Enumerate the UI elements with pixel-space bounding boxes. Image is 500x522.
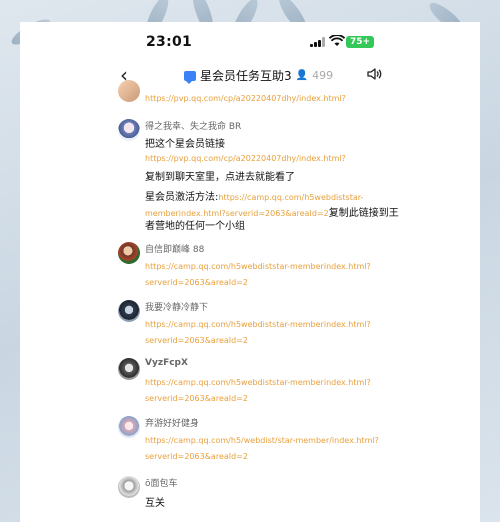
message-text: 互关 [145, 498, 165, 509]
message-link[interactable]: https://pvp.qq.com/cp/a20220407dhy/index… [145, 94, 346, 103]
signal-icon [310, 37, 326, 47]
sender-name: 我要冷静冷静下 [145, 303, 209, 313]
message-link[interactable]: serverid=2063&areaId=2 [145, 278, 248, 287]
message-link[interactable]: https://pvp.qq.com/cp/a20220407dhy/index… [145, 154, 346, 163]
message-text: 把这个星会员链接 [145, 139, 225, 150]
message-link[interactable]: https://camp.qq.com/h5webdiststar-member… [145, 262, 371, 271]
avatar[interactable] [118, 358, 140, 380]
avatar[interactable] [118, 476, 140, 498]
message-link[interactable]: serverid=2063&areaId=2 [145, 336, 248, 345]
member-count: 499 [312, 69, 334, 82]
speaker-icon[interactable] [366, 66, 382, 82]
sender-name: 得之我幸、失之我命 BR [145, 122, 242, 132]
sender-name: 自信即巅峰 88 [145, 245, 205, 255]
status-bar: 23:01 75+ [20, 22, 480, 62]
avatar[interactable] [118, 242, 140, 264]
sender-name: ō面包车 [145, 479, 178, 489]
sender-name: VyzFcpX [145, 358, 188, 368]
avatar[interactable] [118, 300, 140, 322]
chat-header: ‹ 星会员任务互助3 👤 499 [20, 62, 480, 90]
message-link[interactable]: serverid=2063&areaId=2 [145, 394, 248, 403]
message-link[interactable]: https://camp.qq.com/h5webdiststar-member… [145, 378, 371, 387]
message-text: 复制此链接到王 [328, 208, 399, 219]
sender-name: 弃游好好健身 [145, 419, 200, 429]
message-text: 者营地的任何一个小组 [145, 221, 245, 232]
message-link[interactable]: https://camp.qq.com/h5webdiststar-member… [145, 320, 371, 329]
person-icon: 👤 [295, 70, 309, 81]
status-time: 23:01 [146, 34, 193, 50]
wifi-icon [329, 35, 345, 46]
message-link[interactable]: serverid=2063&areaId=2 [145, 452, 248, 461]
chat-title: 星会员任务互助3 [200, 69, 292, 83]
message-text: 复制到聊天室里，点进去就能看了 [145, 172, 295, 183]
message-link[interactable]: https://camp.qq.com/h5/webdist/star-memb… [145, 436, 379, 445]
avatar[interactable] [118, 80, 140, 102]
avatar[interactable] [118, 416, 140, 438]
battery-indicator: 75+ [346, 36, 375, 48]
avatar[interactable] [118, 119, 140, 141]
phone-screen: 23:01 75+ ‹ 星会员任务互助3 👤 499 https://pvp.q… [20, 22, 480, 522]
chat-title-group[interactable]: 星会员任务互助3 👤 499 [184, 67, 333, 84]
group-chat-icon [184, 70, 196, 84]
